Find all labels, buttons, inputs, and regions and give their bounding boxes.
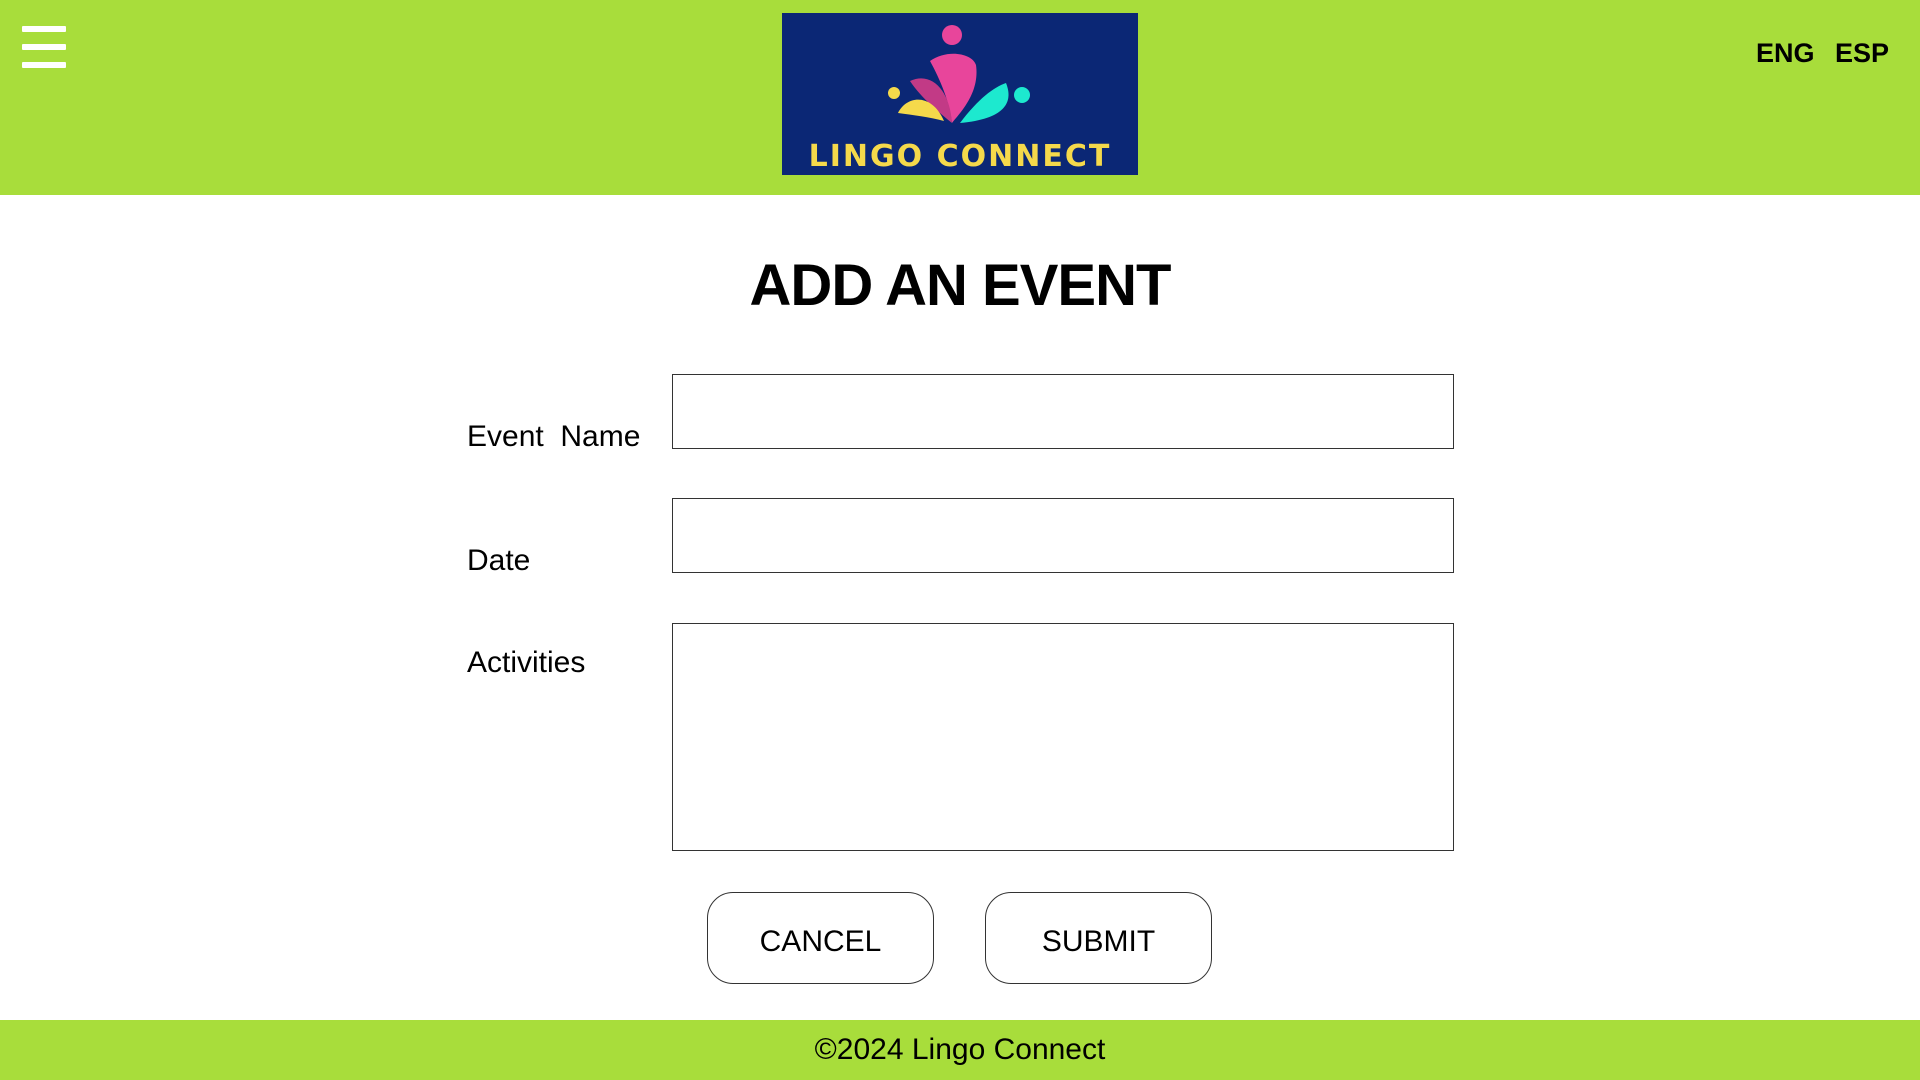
footer-bar: ©2024 Lingo Connect bbox=[0, 1020, 1920, 1080]
language-esp-link[interactable]: ESP bbox=[1835, 38, 1889, 69]
header-bar: LINGO CONNECT ENG ESP bbox=[0, 0, 1920, 195]
event-name-label: Event Name bbox=[467, 420, 641, 453]
copyright-text: ©2024 Lingo Connect bbox=[814, 1033, 1106, 1066]
language-eng-link[interactable]: ENG bbox=[1756, 38, 1815, 69]
logo-text: LINGO CONNECT bbox=[808, 139, 1112, 174]
page-title: ADD AN EVENT bbox=[749, 253, 1172, 318]
hamburger-menu-icon[interactable] bbox=[22, 26, 66, 68]
date-input[interactable] bbox=[672, 498, 1454, 573]
date-label: Date bbox=[467, 544, 531, 577]
cancel-button[interactable]: CANCEL bbox=[707, 892, 934, 984]
event-name-input[interactable] bbox=[672, 374, 1454, 449]
activities-textarea[interactable] bbox=[672, 623, 1454, 851]
lingo-connect-logo: LINGO CONNECT bbox=[782, 13, 1138, 175]
activities-label: Activities bbox=[467, 646, 586, 679]
submit-button[interactable]: SUBMIT bbox=[985, 892, 1212, 984]
